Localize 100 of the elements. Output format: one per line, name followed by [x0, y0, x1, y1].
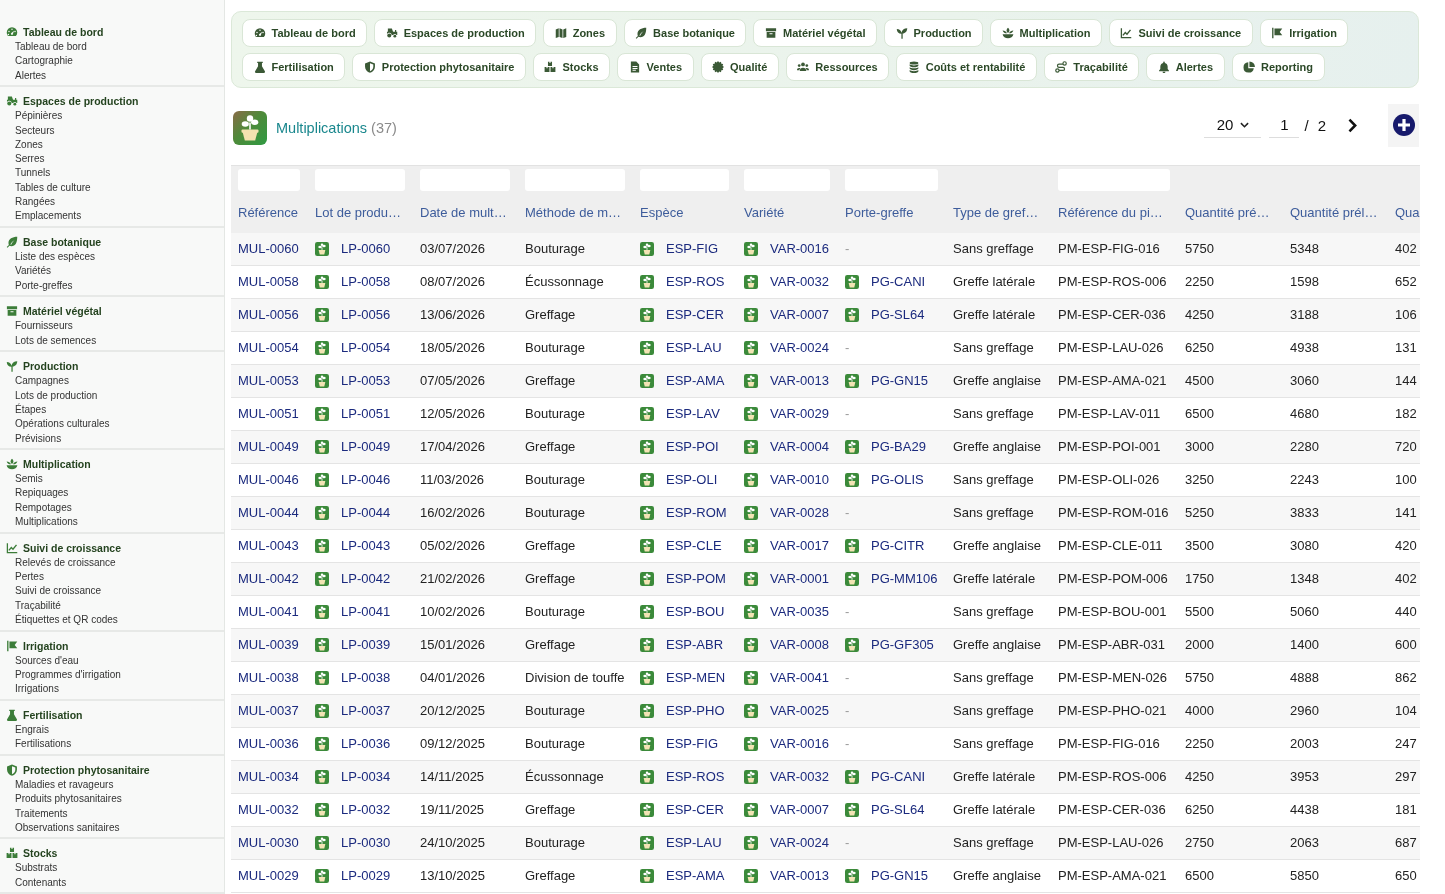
table-link[interactable]: LP-0043: [341, 538, 391, 554]
table-link[interactable]: LP-0038: [341, 670, 391, 686]
table-link[interactable]: MUL-0041: [238, 604, 299, 619]
nav-button[interactable]: Base botanique: [623, 19, 747, 47]
table-link[interactable]: MUL-0051: [238, 406, 299, 421]
table-link[interactable]: MUL-0049: [238, 439, 299, 454]
table-link[interactable]: MUL-0058: [238, 274, 299, 289]
table-link[interactable]: VAR-0008: [770, 637, 829, 653]
table-link[interactable]: LP-0054: [341, 340, 391, 356]
table-link[interactable]: MUL-0038: [238, 670, 299, 685]
sidebar-item[interactable]: Étiquettes et QR codes: [15, 612, 118, 628]
table-link[interactable]: VAR-0010: [770, 472, 829, 488]
table-link[interactable]: LP-0053: [341, 373, 391, 389]
column-header[interactable]: Date de mult…: [420, 205, 507, 220]
nav-button[interactable]: Ressources: [785, 53, 890, 81]
table-link[interactable]: VAR-0007: [770, 307, 829, 323]
table-link[interactable]: VAR-0024: [770, 340, 829, 356]
table-link[interactable]: ESP-PHO: [666, 703, 725, 719]
table-link[interactable]: LP-0051: [341, 406, 391, 422]
table-link[interactable]: MUL-0054: [238, 340, 299, 355]
column-header[interactable]: Quantité prél…: [1290, 205, 1378, 220]
sidebar-item[interactable]: Tunnels: [15, 166, 51, 181]
column-header[interactable]: Référence du pi…: [1058, 205, 1163, 220]
sidebar-item[interactable]: Rangées: [15, 195, 56, 210]
page-size-select[interactable]: 20: [1204, 112, 1262, 138]
nav-button[interactable]: Protection phytosanitaire: [352, 53, 526, 81]
nav-button[interactable]: Traçabilité: [1043, 53, 1140, 81]
table-link[interactable]: ESP-AMA: [666, 868, 725, 884]
table-link[interactable]: VAR-0032: [770, 274, 829, 290]
sidebar-item[interactable]: Repiquages: [15, 486, 69, 501]
table-link[interactable]: VAR-0007: [770, 802, 829, 818]
nav-button[interactable]: Production: [884, 19, 984, 47]
table-link[interactable]: ESP-LAU: [666, 340, 722, 356]
sidebar-item[interactable]: Alertes: [15, 68, 47, 83]
table-link[interactable]: ESP-POM: [666, 571, 726, 587]
sidebar-item[interactable]: Maladies et ravageurs: [15, 777, 114, 793]
table-link[interactable]: LP-0036: [341, 736, 391, 752]
table-link[interactable]: MUL-0043: [238, 538, 299, 553]
table-link[interactable]: ESP-LAV: [666, 406, 720, 422]
nav-button[interactable]: Fertilisation: [242, 53, 346, 81]
sidebar-item[interactable]: Serres: [15, 152, 45, 167]
sidebar-item[interactable]: Campagnes: [15, 374, 69, 389]
table-link[interactable]: PG-CITR: [871, 538, 925, 554]
table-link[interactable]: LP-0049: [341, 439, 391, 455]
table-link[interactable]: PG-GN15: [871, 868, 929, 884]
table-link[interactable]: MUL-0029: [238, 868, 299, 883]
table-link[interactable]: ESP-ROS: [666, 769, 725, 785]
nav-button[interactable]: Zones: [543, 19, 617, 47]
table-link[interactable]: MUL-0037: [238, 703, 299, 718]
sidebar-item[interactable]: Secteurs: [15, 123, 55, 138]
table-link[interactable]: MUL-0044: [238, 505, 299, 520]
table-link[interactable]: ESP-ROM: [666, 505, 727, 521]
table-link[interactable]: ESP-CER: [666, 307, 724, 323]
table-link[interactable]: MUL-0053: [238, 373, 299, 388]
table-link[interactable]: PG-GN15: [871, 373, 929, 389]
sidebar-item[interactable]: Lots de production: [15, 388, 98, 403]
sidebar-item[interactable]: Pépinières: [15, 109, 63, 124]
sidebar-item[interactable]: Suivi de croissance: [15, 584, 102, 599]
table-link[interactable]: PG-BA29: [871, 439, 926, 455]
sidebar-item[interactable]: Multiplications: [15, 515, 78, 530]
table-link[interactable]: PG-CANI: [871, 274, 926, 290]
table-link[interactable]: VAR-0032: [770, 769, 829, 785]
column-header[interactable]: Méthode de m…: [525, 205, 622, 220]
table-link[interactable]: MUL-0030: [238, 835, 299, 850]
table-link[interactable]: ESP-ABR: [666, 637, 724, 653]
sidebar-item[interactable]: Tableau de bord: [15, 40, 87, 55]
table-link[interactable]: PG-GF305: [871, 637, 934, 653]
table-link[interactable]: ESP-FIG: [666, 241, 718, 257]
nav-button[interactable]: Espaces de production: [374, 19, 537, 47]
sidebar-item[interactable]: Liste des espèces: [15, 250, 96, 265]
sidebar-item[interactable]: Zones: [15, 137, 43, 153]
sidebar-item[interactable]: Prévisions: [15, 431, 62, 446]
table-link[interactable]: ESP-CLE: [666, 538, 722, 554]
sidebar-item[interactable]: Porte-greffes: [15, 278, 73, 293]
sidebar-item[interactable]: Contenants: [15, 875, 67, 891]
table-link[interactable]: VAR-0013: [770, 373, 829, 389]
table-link[interactable]: VAR-0016: [770, 241, 829, 257]
table-link[interactable]: LP-0039: [341, 637, 391, 653]
table-link[interactable]: LP-0056: [341, 307, 391, 323]
sidebar-item[interactable]: Cartographie: [15, 54, 73, 69]
table-link[interactable]: MUL-0042: [238, 571, 299, 586]
table-link[interactable]: MUL-0032: [238, 802, 299, 817]
sidebar-item[interactable]: Tables de culture: [15, 180, 91, 196]
page-input[interactable]: 1: [1269, 112, 1300, 138]
sidebar-item[interactable]: Variétés: [15, 264, 51, 279]
sidebar-item[interactable]: Observations sanitaires: [15, 820, 120, 836]
table-link[interactable]: LP-0042: [341, 571, 391, 587]
table-link[interactable]: MUL-0056: [238, 307, 299, 322]
table-link[interactable]: ESP-ROS: [666, 274, 725, 290]
table-link[interactable]: LP-0030: [341, 835, 391, 851]
table-link[interactable]: ESP-AMA: [666, 373, 725, 389]
table-link[interactable]: VAR-0035: [770, 604, 829, 620]
sidebar-item[interactable]: Irrigations: [15, 682, 59, 697]
table-link[interactable]: MUL-0060: [238, 241, 299, 256]
sidebar-item[interactable]: Produits phytosanitaires: [15, 792, 122, 807]
nav-button[interactable]: Stocks: [533, 53, 611, 81]
table-link[interactable]: VAR-0004: [770, 439, 829, 455]
table-link[interactable]: PG-SL64: [871, 307, 925, 323]
table-link[interactable]: LP-0029: [341, 868, 391, 884]
table-link[interactable]: ESP-MEN: [666, 670, 726, 686]
